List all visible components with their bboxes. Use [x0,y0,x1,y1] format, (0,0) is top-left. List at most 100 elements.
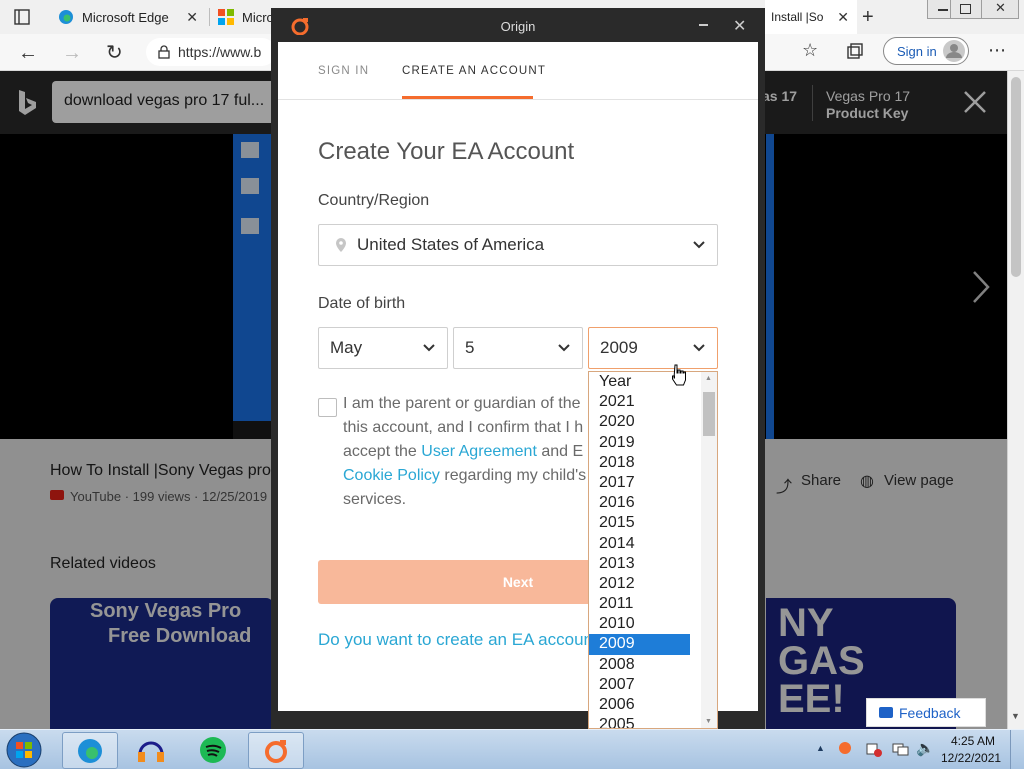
origin-minimize-icon[interactable] [699,24,708,26]
scroll-down-icon[interactable]: ▼ [1011,711,1020,721]
consent-line-6: services. [343,491,407,508]
year-option[interactable]: 2009 [589,634,690,655]
mouse-cursor-hand-icon [670,364,686,386]
clock-time[interactable]: 4:25 AM [951,734,995,748]
consent-line-1: I am the parent or guardian of the [343,395,581,412]
cookie-policy-link[interactable]: Cookie Policy [343,467,440,484]
year-option[interactable]: 2012 [589,574,690,594]
refresh-icon[interactable]: ↻ [106,40,123,65]
browser-tab-install[interactable]: Install |So ✕ [765,0,857,34]
favorite-star-icon[interactable]: ☆ [802,40,818,61]
guardian-consent-checkbox[interactable] [318,398,337,417]
day-value: 5 [465,338,475,357]
origin-logo-icon [263,738,289,764]
dropdown-scrollbar[interactable]: ▲ ▼ [701,372,717,728]
show-desktop-button[interactable] [1010,730,1024,769]
country-label: Country/Region [318,192,430,209]
year-option[interactable]: 2010 [589,614,690,634]
url-text: https://www.b [178,44,262,60]
create-ea-account-link[interactable]: Do you want to create an EA account [318,630,598,650]
spotify-icon [199,736,227,764]
taskbar-spotify[interactable] [186,732,240,767]
show-hidden-icons[interactable]: ▲ [816,743,825,753]
year-option[interactable]: 2015 [589,513,690,533]
action-center-icon[interactable] [866,741,882,757]
forward-icon[interactable]: → [62,42,82,65]
collections-icon[interactable] [846,42,864,60]
microsoft-logo-icon [218,9,234,25]
close-window-button[interactable]: ✕ [981,0,1019,19]
taskbar-edge[interactable] [62,732,118,769]
year-option[interactable]: 2014 [589,534,690,554]
origin-close-icon[interactable]: ✕ [733,16,746,36]
year-option[interactable]: 2019 [589,433,690,453]
profile-avatar-icon [943,40,965,62]
taskbar-origin[interactable] [248,732,304,769]
year-option[interactable]: 2016 [589,493,690,513]
sign-in-label: Sign in [897,43,937,59]
location-pin-icon [335,237,347,253]
active-tab-indicator [402,96,533,99]
day-select[interactable]: 5 [453,327,583,369]
tab-label: Install |So [771,10,824,24]
year-options: Year 2021 2020 2019 2018 2017 2016 2015 2014 2013… [589,372,717,728]
tab-create-account[interactable]: CREATE AN ACCOUNT [402,65,546,77]
headphones-icon [136,736,166,764]
page-scrollbar[interactable]: ▼ [1007,71,1024,729]
year-option[interactable]: 2008 [589,655,690,675]
windows-taskbar: ▲ 🔈 4:25 AM 12/22/2021 [0,729,1024,769]
year-option[interactable]: 2018 [589,453,690,473]
year-option[interactable]: 2013 [589,554,690,574]
close-tab-icon[interactable]: ✕ [186,9,198,26]
origin-tray-icon[interactable] [839,742,851,754]
browser-tab-edge[interactable]: Microsoft Edge ✕ [48,0,208,34]
year-option[interactable]: 2020 [589,412,690,432]
edge-logo-icon [58,9,74,25]
year-option[interactable]: 2011 [589,594,690,614]
month-select[interactable]: May [318,327,448,369]
year-value: 2009 [600,338,638,357]
browser-tab-microsoft[interactable]: Micro [210,0,274,34]
feedback-button[interactable]: Feedback [866,698,986,727]
country-select[interactable]: United States of America [318,224,718,266]
more-options-icon[interactable]: ⋯ [988,40,1006,61]
page-title: Create Your EA Account [318,138,575,165]
taskbar-audacity[interactable] [124,732,178,767]
user-agreement-link[interactable]: User Agreement [421,443,537,460]
sign-in-button[interactable]: Sign in [883,37,969,65]
consent-text: I am the parent or guardian of the this … [343,392,593,512]
feedback-icon [879,707,893,718]
scroll-down-icon[interactable]: ▼ [705,718,712,725]
country-value: United States of America [357,235,545,254]
network-icon[interactable] [892,741,910,757]
year-dropdown-list[interactable]: Year 2021 2020 2019 2018 2017 2016 2015 2014 2013… [588,371,718,729]
year-option[interactable]: 2021 [589,392,690,412]
tab-label: Microsoft Edge [82,9,169,25]
chevron-down-icon [693,240,705,250]
year-option[interactable]: 2006 [589,695,690,715]
url-field[interactable]: https://www.b [146,38,276,66]
back-icon[interactable]: ← [18,42,38,65]
clock-date[interactable]: 12/22/2021 [941,751,1001,765]
start-button[interactable] [5,731,43,769]
chevron-down-icon [693,343,705,353]
restore-window-button[interactable] [950,0,982,19]
tab-sign-in[interactable]: SIGN IN [318,65,369,77]
new-tab-icon[interactable]: + [862,6,874,29]
consent-line-3: accept the [343,443,417,460]
close-tab-icon[interactable]: ✕ [837,9,849,26]
year-select[interactable]: 2009 [588,327,718,369]
tab-actions-icon[interactable] [14,9,30,25]
year-option[interactable]: 2017 [589,473,690,493]
year-option[interactable]: 2007 [589,675,690,695]
edge-logo-icon [76,737,104,765]
feedback-label: Feedback [899,704,961,721]
year-option[interactable]: 2005 [589,715,690,728]
dropdown-scroll-thumb[interactable] [703,392,715,436]
volume-icon[interactable]: 🔈 [916,739,935,757]
scroll-up-icon[interactable]: ▲ [705,375,712,382]
dob-label: Date of birth [318,295,406,312]
account-tabs: SIGN IN CREATE AN ACCOUNT [278,42,758,100]
chevron-down-icon [558,343,570,353]
consent-line-2: this account, and I confirm that I h [343,419,584,436]
